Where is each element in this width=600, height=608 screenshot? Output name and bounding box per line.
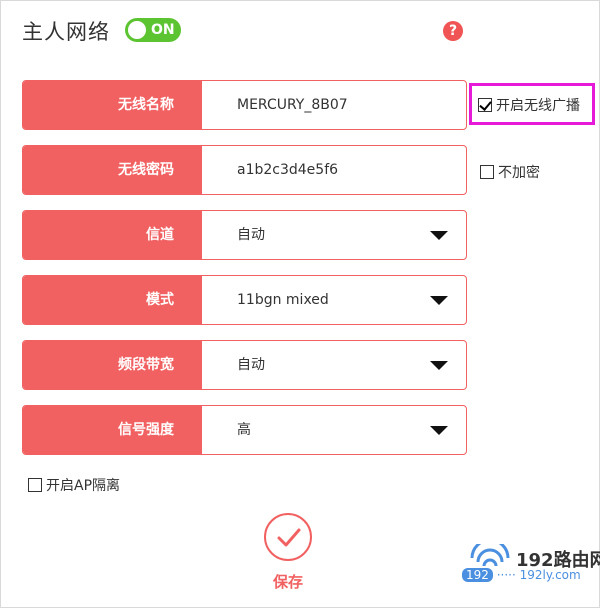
help-icon[interactable]: ? — [443, 21, 463, 41]
mode-row[interactable]: 模式 11bgn mixed — [22, 275, 467, 325]
save-label: 保存 — [272, 573, 303, 591]
watermark-domain: 192ly.com — [519, 568, 581, 582]
chevron-down-icon[interactable] — [430, 426, 448, 435]
bandwidth-label: 频段带宽 — [23, 341, 202, 389]
channel-row[interactable]: 信道 自动 — [22, 210, 467, 260]
no-encrypt-option[interactable]: 不加密 — [480, 162, 540, 182]
chevron-down-icon[interactable] — [430, 361, 448, 370]
ap-isolation-checkbox[interactable] — [28, 478, 42, 492]
host-network-toggle[interactable]: ON — [125, 18, 181, 42]
watermark-url: 192 ····· 192ly.com — [462, 568, 581, 582]
ssid-label: 无线名称 — [23, 81, 202, 129]
broadcast-checkbox[interactable] — [478, 98, 492, 112]
watermark-prefix: 192 — [462, 568, 493, 582]
mode-label: 模式 — [23, 276, 202, 324]
ssid-input[interactable]: MERCURY_8B07 — [237, 81, 348, 129]
broadcast-option[interactable]: 开启无线广播 — [478, 97, 580, 114]
bandwidth-row[interactable]: 频段带宽 自动 — [22, 340, 467, 390]
password-input[interactable]: a1b2c3d4e5f6 — [237, 146, 338, 194]
page-title: 主人网络 — [22, 20, 110, 44]
chevron-down-icon[interactable] — [430, 231, 448, 240]
no-encrypt-label: 不加密 — [498, 165, 540, 181]
toggle-knob — [128, 21, 146, 39]
no-encrypt-checkbox[interactable] — [480, 165, 494, 179]
mode-select[interactable]: 11bgn mixed — [237, 276, 329, 324]
broadcast-highlight: 开启无线广播 — [469, 83, 595, 125]
channel-select[interactable]: 自动 — [237, 211, 265, 259]
signal-strength-row[interactable]: 信号强度 高 — [22, 405, 467, 455]
ssid-row: 无线名称 MERCURY_8B07 — [22, 80, 467, 130]
password-row: 无线密码 a1b2c3d4e5f6 — [22, 145, 467, 195]
channel-label: 信道 — [23, 211, 202, 259]
password-label: 无线密码 — [23, 146, 202, 194]
chevron-down-icon[interactable] — [430, 296, 448, 305]
broadcast-label: 开启无线广播 — [496, 98, 580, 114]
checkmark-icon — [277, 528, 301, 547]
signal-strength-label: 信号强度 — [23, 406, 202, 454]
watermark-dots: ····· — [496, 568, 516, 582]
ap-isolation-option[interactable]: 开启AP隔离 — [28, 475, 120, 495]
watermark-logo: 192路由网 192 ····· 192ly.com — [462, 544, 600, 588]
toggle-label: ON — [151, 22, 175, 38]
bandwidth-select[interactable]: 自动 — [237, 341, 265, 389]
signal-strength-select[interactable]: 高 — [237, 406, 251, 454]
ap-isolation-label: 开启AP隔离 — [46, 478, 121, 494]
save-button[interactable] — [264, 513, 312, 561]
